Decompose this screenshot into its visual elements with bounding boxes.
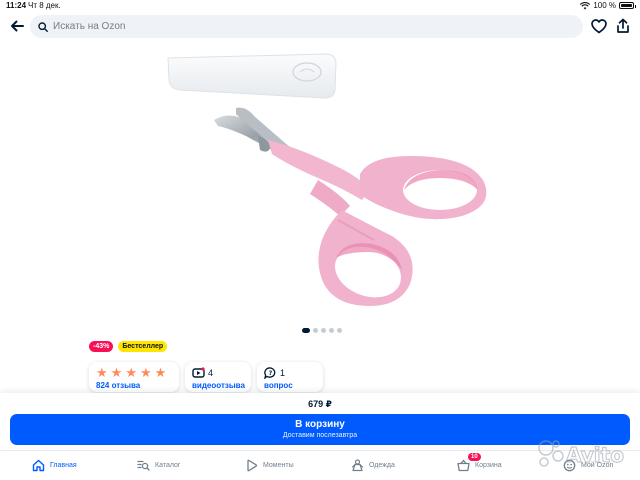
- reviews-link[interactable]: 824 отзыва: [96, 381, 172, 390]
- carousel-dot[interactable]: [329, 328, 334, 333]
- tab-catalog[interactable]: Каталог: [137, 459, 180, 472]
- video-count: 4: [208, 367, 214, 378]
- search-icon: [38, 21, 48, 32]
- bestseller-badge: Бестселлер: [118, 341, 168, 352]
- home-icon: [32, 459, 45, 472]
- product-stats: ★ ★ ★ ★ ★ 824 отзыва 4 видеоотзыва ? 1 в…: [89, 362, 323, 392]
- search-bar[interactable]: [30, 15, 583, 38]
- reviews-card[interactable]: ★ ★ ★ ★ ★ 824 отзыва: [89, 362, 179, 392]
- carousel-dot[interactable]: [313, 328, 318, 333]
- carousel-dot-active[interactable]: [302, 328, 310, 333]
- status-date: Чт 8 дек.: [28, 1, 61, 10]
- battery-icon: [619, 2, 636, 9]
- carousel-dots[interactable]: [302, 328, 342, 333]
- wifi-icon: [580, 1, 591, 9]
- back-arrow-icon[interactable]: [8, 17, 26, 35]
- tab-catalog-label: Каталог: [155, 462, 181, 469]
- svg-text:?: ?: [269, 370, 273, 377]
- status-bar: 11:24 Чт 8 дек. 100 %: [0, 0, 640, 11]
- product-price: 679 ₽: [308, 399, 332, 409]
- star-icon: ★: [110, 365, 123, 380]
- video-reviews-link[interactable]: видеоотзыва: [192, 381, 245, 390]
- catalog-search-icon: [137, 460, 150, 471]
- scissors-handles: [268, 140, 487, 306]
- carousel-dot[interactable]: [337, 328, 342, 333]
- basket-icon: [457, 459, 470, 472]
- play-icon: [247, 459, 258, 472]
- tab-cart-label: Корзина: [475, 462, 502, 469]
- star-icon: ★: [154, 365, 167, 380]
- star-icon: ★: [125, 365, 137, 380]
- tab-clothes-label: Одежда: [369, 462, 395, 469]
- heart-icon[interactable]: [590, 17, 608, 35]
- questions-card[interactable]: ? 1 вопрос: [257, 362, 323, 392]
- share-icon[interactable]: [614, 17, 632, 35]
- question-bubble-icon: ?: [264, 366, 276, 379]
- cart-count-badge: 10: [468, 453, 481, 461]
- tab-cart[interactable]: 10 Корзина: [457, 453, 502, 472]
- star-icon: ★: [139, 365, 152, 380]
- video-camera-icon: [192, 367, 205, 378]
- status-right: 100 %: [580, 1, 636, 10]
- star-icon: ★: [96, 365, 108, 380]
- clothes-icon: [351, 459, 364, 472]
- watermark-text: Avito: [566, 443, 624, 467]
- tab-clothes[interactable]: Одежда: [351, 459, 395, 472]
- questions-link[interactable]: вопрос: [264, 381, 316, 390]
- status-time: 11:24: [6, 1, 27, 10]
- add-to-cart-label: В корзину: [295, 419, 345, 430]
- avito-watermark: Avito: [538, 440, 625, 468]
- rating-stars: ★ ★ ★ ★ ★: [96, 366, 172, 379]
- tab-home-label: Главная: [50, 462, 77, 469]
- search-input[interactable]: [53, 21, 553, 32]
- tab-moments[interactable]: Моменты: [245, 459, 294, 472]
- carousel-dot[interactable]: [321, 328, 326, 333]
- tab-home[interactable]: Главная: [32, 459, 77, 472]
- product-image: [167, 53, 487, 306]
- product-badges: -43% Бестселлер: [89, 341, 168, 352]
- questions-count: 1: [280, 367, 286, 378]
- product-image-gallery[interactable]: [0, 44, 640, 334]
- top-header: [0, 13, 640, 41]
- battery-percent: 100 %: [593, 1, 616, 10]
- scissors-cap: [167, 53, 337, 99]
- discount-badge: -43%: [89, 341, 114, 352]
- video-reviews-card[interactable]: 4 видеоотзыва: [185, 362, 251, 392]
- tab-moments-label: Моменты: [263, 462, 294, 469]
